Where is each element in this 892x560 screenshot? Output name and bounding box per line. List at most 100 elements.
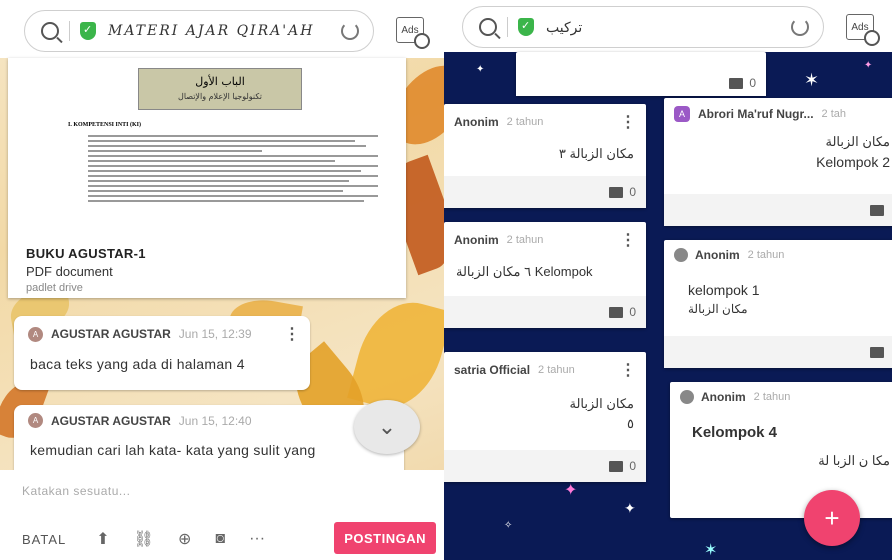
more-options-icon[interactable]: ⋮: [620, 230, 636, 250]
padlet-card[interactable]: A Abrori Ma'ruf Nugr... 2 tah مكان الزبا…: [664, 98, 892, 226]
star-decoration: ✶: [704, 542, 718, 559]
secure-shield-icon: [518, 18, 534, 36]
card-text: مكان الزبالة ٣: [558, 146, 634, 161]
comment-count: 0: [629, 305, 636, 319]
card-text: مكان الزبالة: [825, 134, 890, 149]
card-author: Anonim: [454, 115, 499, 129]
anonymous-avatar-icon: [680, 390, 694, 404]
avatar: A: [28, 413, 43, 428]
card-text: ٦ مكان الزبالة Kelompok: [456, 264, 593, 279]
comment-composer: Katakan sesuatu... BATAL ⬆ ⛓ ⊕ ◙ ··· POS…: [0, 470, 444, 560]
card-time: 2 tahun: [753, 391, 791, 403]
card-time: 2 tahun: [538, 364, 575, 376]
address-title: تركيب: [546, 18, 583, 35]
card-footer: [664, 336, 892, 368]
star-decoration: ✧: [504, 520, 513, 531]
browser-header: MATERI AJAR QIRA'AH Ads: [0, 0, 444, 58]
comment-input[interactable]: Katakan sesuatu...: [22, 484, 130, 498]
padlet-card[interactable]: satria Official 2 tahun ⋮ مكان الزبالة ٥…: [444, 352, 646, 482]
card-footer: 0: [516, 70, 766, 96]
divider: [69, 21, 70, 41]
upload-icon[interactable]: ⬆: [96, 529, 109, 549]
star-decoration: ✦: [564, 482, 578, 499]
star-decoration: ✶: [804, 70, 820, 90]
post-button[interactable]: POSTINGAN: [334, 522, 436, 554]
avatar: A: [28, 326, 43, 342]
star-decoration: ✦: [624, 500, 636, 516]
card-text: مكان الزبالة: [688, 302, 748, 316]
document-meta: BUKU AGUSTAR-1 PDF document padlet drive: [8, 240, 406, 300]
padlet-card[interactable]: Anonim 2 tahun ⋮ ٦ مكان الزبالة Kelompok…: [444, 222, 646, 328]
cancel-button[interactable]: BATAL: [22, 532, 66, 547]
card-author: Abrori Ma'ruf Nugr...: [698, 107, 814, 121]
card-author: Anonim: [701, 390, 746, 404]
divider: [507, 17, 508, 37]
more-options-icon[interactable]: ⋮: [620, 112, 636, 132]
comment-count: 0: [629, 459, 636, 473]
more-options-icon[interactable]: ⋮: [284, 324, 300, 344]
padlet-card[interactable]: Anonim 2 tahun kelompok 1 مكان الزبالة: [664, 240, 892, 368]
star-decoration: ✦: [476, 64, 485, 75]
comment-icon[interactable]: [729, 77, 744, 89]
secure-shield-icon: [80, 22, 96, 40]
reload-icon[interactable]: [791, 18, 809, 36]
document-attachment-card[interactable]: الباب الأول تكنولوجيا الإعلام والإتصال I…: [8, 58, 406, 298]
camera-icon[interactable]: ◙: [215, 530, 225, 548]
section-heading: I. KOMPETENSI INTI (KI): [68, 122, 142, 128]
document-text-lines: [88, 132, 378, 205]
comment-time: Jun 15, 12:39: [178, 327, 252, 341]
composer-toolbar: BATAL ⬆ ⛓ ⊕ ◙ ··· POSTINGAN: [0, 522, 444, 556]
document-type: PDF document: [26, 264, 113, 279]
browser-header: تركيب Ads: [444, 0, 892, 52]
chevron-down-icon: ⌄: [377, 414, 397, 439]
padlet-card[interactable]: Anonim 2 tahun Kelompok 4 مكا ن الزبا لة: [670, 382, 892, 518]
card-time: 2 tahun: [506, 116, 544, 128]
comment-time: Jun 15, 12:40: [178, 413, 252, 428]
card-text: Kelompok 4: [692, 424, 778, 441]
comment-count: 0: [749, 76, 756, 90]
left-padlet-screen: MATERI AJAR QIRA'AH Ads الباب الأول تكنو…: [0, 0, 444, 560]
comment-card[interactable]: A AGUSTAR AGUSTAR Jun 15, 12:39 ⋮ baca t…: [14, 316, 310, 390]
address-bar[interactable]: MATERI AJAR QIRA'AH: [24, 10, 374, 52]
comment-text: baca teks yang ada di halaman 4: [30, 356, 245, 372]
search-icon[interactable]: [41, 22, 59, 40]
more-options-icon[interactable]: ⋮: [620, 360, 636, 380]
search-web-icon[interactable]: ⊕: [178, 529, 191, 549]
app-root: MATERI AJAR QIRA'AH Ads الباب الأول تكنو…: [0, 0, 892, 560]
comment-icon[interactable]: [609, 306, 624, 318]
comment-icon[interactable]: [609, 460, 624, 472]
comment-icon[interactable]: [609, 186, 624, 198]
ad-block-icon[interactable]: Ads: [846, 14, 880, 46]
padlet-card[interactable]: Anonim 2 tahun ⋮ مكان الزبالة ٣ 0: [444, 104, 646, 208]
card-time: 2 tah: [821, 108, 846, 120]
card-text: مكا ن الزبا لة: [818, 453, 890, 468]
ad-block-icon[interactable]: Ads: [396, 17, 430, 49]
chapter-banner: الباب الأول تكنولوجيا الإعلام والإتصال: [138, 68, 302, 110]
card-footer: 0: [444, 450, 646, 482]
add-post-button[interactable]: +: [804, 490, 860, 546]
comment-icon[interactable]: [870, 204, 884, 216]
card-footer: 0: [444, 296, 646, 328]
avatar: A: [674, 106, 690, 122]
pdf-preview[interactable]: الباب الأول تكنولوجيا الإعلام والإتصال I…: [8, 58, 406, 238]
anonymous-avatar-icon: [674, 248, 688, 262]
card-footer: [664, 194, 892, 226]
padlet-card[interactable]: 0: [516, 52, 766, 96]
comment-text: kemudian cari lah kata- kata yang sulit …: [30, 442, 316, 458]
right-padlet-screen: ✦ ✶ ✦ ✧ ✶ ✦ ✦ تركيب Ads 0 An: [444, 0, 892, 560]
link-icon[interactable]: ⛓: [134, 529, 154, 549]
card-footer: 0: [444, 176, 646, 208]
card-author: Anonim: [695, 248, 740, 262]
scroll-down-button[interactable]: ⌄: [354, 400, 420, 454]
address-bar[interactable]: تركيب: [462, 6, 824, 48]
address-title: MATERI AJAR QIRA'AH: [108, 23, 315, 39]
document-source: padlet drive: [26, 282, 83, 294]
star-decoration: ✦: [864, 60, 873, 71]
plus-icon: +: [824, 502, 840, 533]
comment-author: AGUSTAR AGUSTAR: [51, 413, 171, 428]
comment-icon[interactable]: [870, 346, 884, 358]
more-icon[interactable]: ···: [249, 530, 265, 548]
reload-icon[interactable]: [341, 22, 359, 40]
search-icon[interactable]: [479, 18, 497, 36]
card-time: 2 tahun: [506, 234, 544, 246]
